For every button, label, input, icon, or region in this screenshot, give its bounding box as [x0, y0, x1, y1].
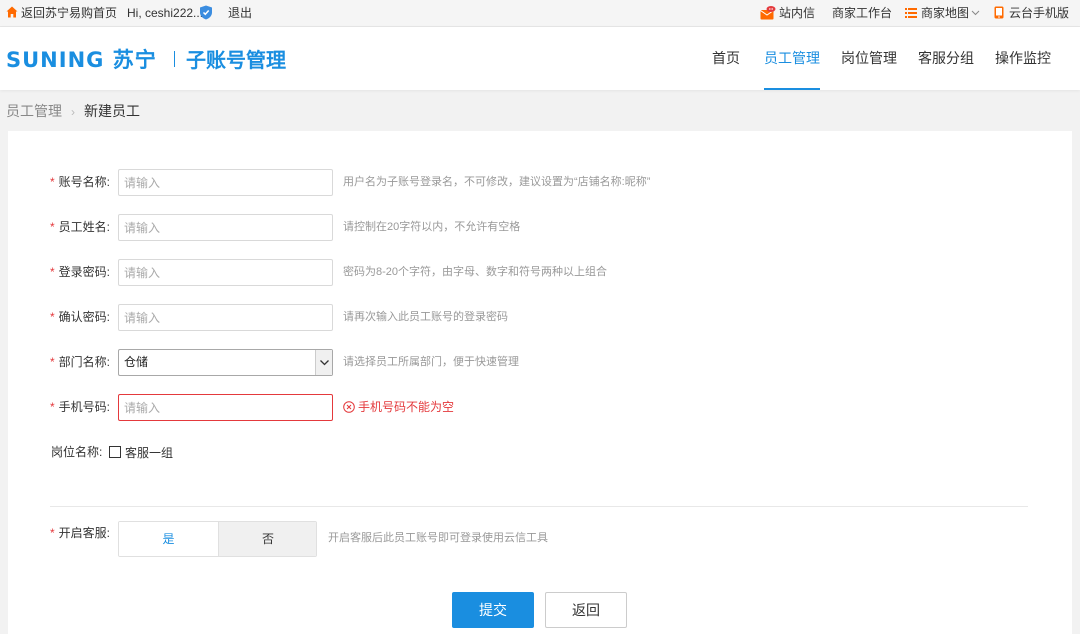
mobile-app-label: 云台手机版	[1009, 6, 1070, 20]
breadcrumb-current: 新建员工	[84, 103, 140, 119]
nav-position-management[interactable]: 岗位管理	[841, 27, 897, 90]
dropdown-arrow-icon[interactable]	[315, 350, 332, 375]
account-name-hint: 用户名为子账号登录名，不可修改，建议设置为“店铺名称:昵称”	[343, 176, 651, 188]
merchant-map-label: 商家地图	[921, 6, 970, 20]
department-select[interactable]: 仓储	[118, 349, 333, 376]
breadcrumb: 员工管理 › 新建员工	[6, 100, 140, 122]
confirm-password-input[interactable]	[118, 304, 333, 331]
mail-icon	[760, 6, 776, 20]
chevron-down-icon	[971, 10, 980, 16]
customer-service-yes[interactable]: 是	[119, 522, 218, 556]
nav-home[interactable]: 首页	[712, 27, 740, 90]
merchant-map-menu[interactable]: 商家地图	[905, 0, 980, 27]
mobile-phone-icon	[994, 6, 1004, 19]
department-selected-value: 仓储	[124, 355, 149, 369]
confirm-password-label: * 确认密码:	[50, 310, 111, 324]
messages-link[interactable]: 站内信	[760, 0, 815, 27]
password-input[interactable]	[118, 259, 333, 286]
form-card: *账号名称: 用户名为子账号登录名，不可修改，建议设置为“店铺名称:昵称” *员…	[8, 131, 1072, 634]
workbench-link[interactable]: 商家工作台	[832, 0, 892, 27]
nav-operation-monitor[interactable]: 操作监控	[995, 27, 1051, 90]
customer-service-no[interactable]: 否	[218, 522, 316, 556]
department-label: * 部门名称:	[50, 355, 111, 369]
department-hint: 请选择员工所属部门，便于快速管理	[343, 356, 519, 368]
password-hint: 密码为8-20个字符，由字母、数字和符号两种以上组合	[343, 266, 608, 278]
account-name-label: * 账号名称:	[50, 175, 111, 189]
phone-input[interactable]	[118, 394, 333, 421]
verified-shield-icon	[200, 5, 212, 20]
mobile-app-link[interactable]: 云台手机版	[994, 0, 1069, 27]
section-divider	[50, 506, 1028, 507]
breadcrumb-parent[interactable]: 员工管理	[6, 103, 62, 119]
top-bar: 返回苏宁易购首页 Hi, ceshi222... 退出 站内信 商家工作台 商家…	[0, 0, 1080, 27]
phone-error: 手机号码不能为空	[343, 394, 454, 421]
confirm-password-hint: 请再次输入此员工账号的登录密码	[343, 311, 508, 323]
logout-link[interactable]: 退出	[228, 0, 252, 27]
nav-employee-management[interactable]: 员工管理	[764, 27, 820, 90]
breadcrumb-separator: ›	[71, 105, 75, 119]
submit-button[interactable]: 提交	[452, 592, 534, 628]
messages-label: 站内信	[779, 6, 816, 20]
employee-name-hint: 请控制在20字符以内，不允许有空格	[343, 221, 521, 233]
page-header: SUNING 苏宁 子账号管理 首页 员工管理 岗位管理 客服分组 操作监控	[0, 27, 1080, 90]
logo-title: 子账号管理	[186, 48, 286, 72]
home-link-label: 返回苏宁易购首页	[21, 6, 118, 20]
customer-service-label: * 开启客服:	[50, 526, 111, 540]
menu-list-icon	[905, 8, 917, 18]
home-icon	[6, 6, 18, 18]
position-label: 岗位名称:	[51, 445, 103, 459]
logo-brand: SUNING 苏宁	[6, 48, 157, 72]
customer-service-hint: 开启客服后此员工账号即可登录使用云信工具	[328, 532, 548, 544]
account-name-input[interactable]	[118, 169, 333, 196]
error-circle-icon	[343, 401, 355, 413]
position-option-label[interactable]: 客服一组	[125, 444, 173, 461]
suning-logo[interactable]: SUNING 苏宁 子账号管理	[6, 45, 296, 73]
customer-service-toggle[interactable]: 是 否	[118, 521, 317, 557]
password-label: * 登录密码:	[50, 265, 111, 279]
position-checkbox[interactable]	[109, 446, 121, 458]
back-button[interactable]: 返回	[545, 592, 627, 628]
nav-customer-service-group[interactable]: 客服分组	[918, 27, 974, 90]
employee-name-label: * 员工姓名:	[50, 220, 111, 234]
user-greeting[interactable]: Hi, ceshi222...	[127, 0, 203, 27]
employee-name-input[interactable]	[118, 214, 333, 241]
phone-error-text: 手机号码不能为空	[358, 400, 455, 414]
phone-label: * 手机号码:	[50, 400, 111, 414]
home-link[interactable]: 返回苏宁易购首页	[6, 0, 117, 27]
